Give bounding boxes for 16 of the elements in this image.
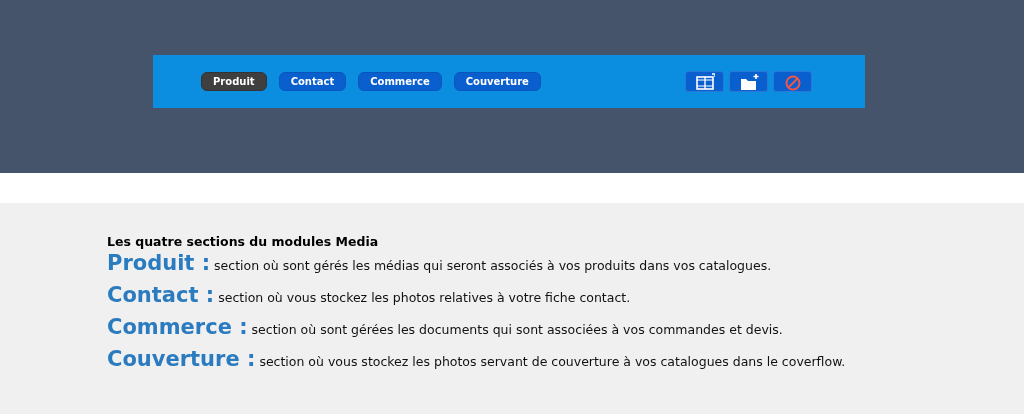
- section-term: Couverture :: [107, 347, 256, 371]
- section-description: section où vous stockez les photos servant de couverture à vos catalogues dans le coverflow.: [259, 354, 846, 369]
- toolbar-button[interactable]: [729, 71, 768, 92]
- folder-add-icon: [738, 72, 759, 91]
- section-tab[interactable]: Produit: [201, 72, 267, 91]
- section-tab[interactable]: Commerce: [358, 72, 442, 91]
- section-term: Commerce :: [107, 315, 248, 339]
- section-term: Contact :: [107, 283, 215, 307]
- section-description: section où vous stockez les photos relatives à votre fiche contact.: [218, 290, 631, 305]
- section-description: section où sont gérés les médias qui seront associés à vos produits dans vos catalogues.: [214, 258, 772, 273]
- section-tab[interactable]: Couverture: [453, 72, 541, 91]
- heading: Les quatre sections du modules Media: [107, 234, 380, 249]
- toolbar-button[interactable]: [685, 71, 724, 92]
- section-tab[interactable]: Contact: [278, 72, 347, 91]
- section-term: Produit :: [107, 251, 211, 275]
- section-description: section où sont gérées les documents qui sont associées à vos commandes et devis.: [251, 322, 783, 337]
